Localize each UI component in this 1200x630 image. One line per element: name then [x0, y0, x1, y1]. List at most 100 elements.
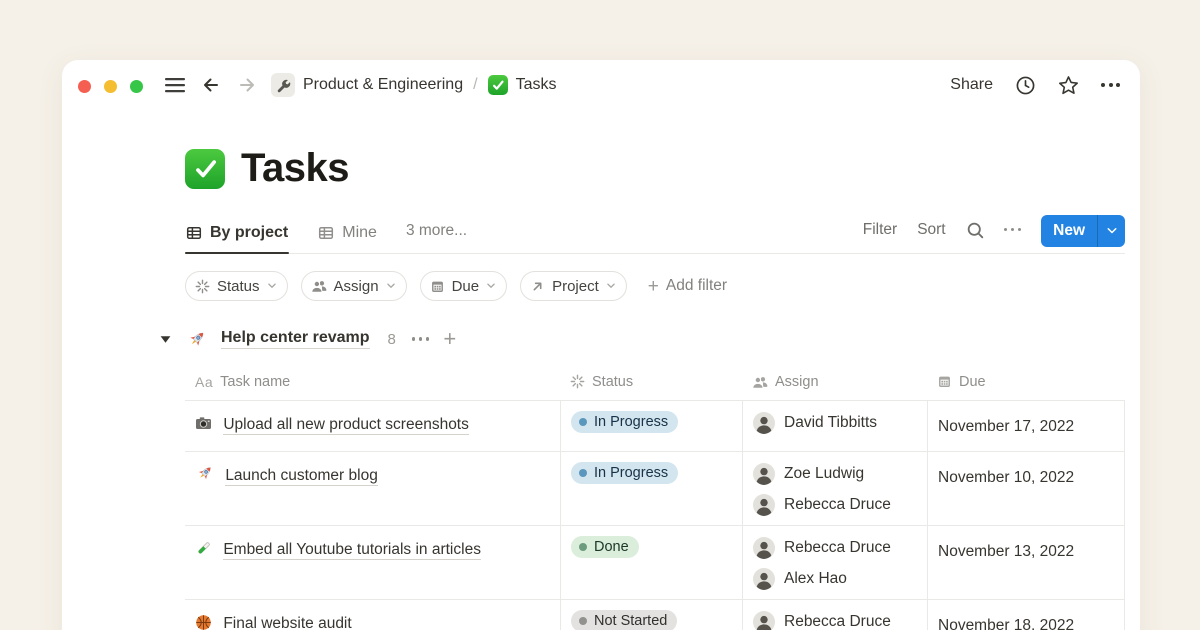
- table-row: Upload all new product screenshots In Pr…: [185, 401, 1125, 452]
- chevron-down-icon: [486, 281, 496, 291]
- task-name-cell[interactable]: Upload all new product screenshots: [185, 401, 560, 451]
- table-view-icon: [318, 225, 334, 241]
- assignee: Rebecca Druce: [753, 537, 917, 559]
- chevron-down-icon: [267, 281, 277, 291]
- basketball-icon: [195, 614, 212, 630]
- arrow-ne-icon: [530, 279, 545, 294]
- star-icon[interactable]: [1058, 75, 1079, 96]
- column-header-task-name[interactable]: Aa Task name: [185, 363, 560, 400]
- status-badge[interactable]: In Progress: [571, 462, 678, 484]
- task-name-cell[interactable]: Final website audit: [185, 600, 560, 630]
- task-name-cell[interactable]: Launch customer blog: [185, 452, 560, 525]
- hamburger-icon[interactable]: [165, 78, 185, 93]
- zoom-window-button[interactable]: [130, 80, 143, 93]
- column-header-assign[interactable]: Assign: [742, 363, 927, 400]
- add-filter-button[interactable]: + Add filter: [648, 277, 727, 296]
- new-button[interactable]: New: [1041, 215, 1125, 247]
- more-views-button[interactable]: 3 more...: [406, 222, 467, 253]
- view-bar: By project Mine 3 more... Filter Sort Ne…: [185, 215, 1125, 254]
- assign-cell[interactable]: Rebecca Druce: [742, 600, 927, 630]
- assignee: Alex Hao: [753, 568, 917, 590]
- column-header-status[interactable]: Status: [560, 363, 742, 400]
- tab-by-project[interactable]: By project: [185, 220, 289, 253]
- task-link[interactable]: Final website audit: [223, 615, 351, 630]
- due-cell[interactable]: November 18, 2022 → November 20, 2022: [927, 600, 1125, 630]
- due-cell[interactable]: November 17, 2022: [927, 401, 1125, 451]
- table-row: Final website audit Not Started Rebecca …: [185, 600, 1125, 630]
- calendar-icon: [937, 374, 952, 389]
- ellipsis-icon[interactable]: [1101, 83, 1120, 87]
- share-button[interactable]: Share: [950, 76, 993, 94]
- assign-cell[interactable]: Zoe Ludwig Rebecca Druce: [742, 452, 927, 525]
- status-badge[interactable]: Done: [571, 536, 639, 558]
- assignee: Rebecca Druce: [753, 611, 917, 630]
- test-tube-icon: [195, 540, 212, 557]
- page-icon-check[interactable]: [185, 149, 225, 189]
- tab-mine[interactable]: Mine: [317, 220, 378, 253]
- filter-chip-due[interactable]: Due: [420, 271, 508, 301]
- check-badge-icon[interactable]: [488, 75, 508, 95]
- filter-chip-project[interactable]: Project: [520, 271, 627, 301]
- group-title[interactable]: Help center revamp: [221, 329, 370, 349]
- column-header-due[interactable]: Due: [927, 363, 1125, 400]
- text-type-icon: Aa: [195, 374, 213, 390]
- task-link[interactable]: Embed all Youtube tutorials in articles: [223, 541, 481, 560]
- minimize-window-button[interactable]: [104, 80, 117, 93]
- assignee: David Tibbitts: [753, 412, 917, 434]
- task-link[interactable]: Upload all new product screenshots: [223, 416, 469, 435]
- calendar-icon: [430, 279, 445, 294]
- chevron-down-icon[interactable]: [1098, 215, 1125, 247]
- status-cell: In Progress: [560, 452, 742, 525]
- table-view-icon: [186, 225, 202, 241]
- wrench-icon[interactable]: [271, 73, 295, 97]
- clock-icon[interactable]: [1015, 75, 1036, 96]
- filter-button[interactable]: Filter: [863, 221, 897, 239]
- rocket-icon: [195, 464, 214, 483]
- due-cell[interactable]: November 10, 2022: [927, 452, 1125, 525]
- table-row: Launch customer blog In Progress Zoe Lud…: [185, 452, 1125, 526]
- avatar: [753, 568, 775, 590]
- view-options-ellipsis-icon[interactable]: [1004, 228, 1022, 232]
- status-badge[interactable]: In Progress: [571, 411, 678, 433]
- camera-icon: [195, 415, 212, 432]
- search-icon[interactable]: [966, 221, 984, 239]
- avatar: [753, 494, 775, 516]
- status-cell: Done: [560, 526, 742, 599]
- close-window-button[interactable]: [78, 80, 91, 93]
- breadcrumb-separator: /: [471, 76, 479, 94]
- assignee: Rebecca Druce: [753, 494, 917, 516]
- people-icon: [311, 278, 327, 294]
- group-count: 8: [388, 331, 396, 348]
- triangle-down-icon[interactable]: [159, 333, 172, 346]
- group-add-icon[interactable]: +: [443, 328, 456, 350]
- due-cell[interactable]: November 13, 2022: [927, 526, 1125, 599]
- sort-button[interactable]: Sort: [917, 221, 945, 239]
- forward-arrow-icon[interactable]: [237, 75, 257, 95]
- breadcrumb-current[interactable]: Tasks: [516, 76, 557, 94]
- filter-chip-status[interactable]: Status: [185, 271, 288, 301]
- task-name-cell[interactable]: Embed all Youtube tutorials in articles: [185, 526, 560, 599]
- status-spinner-icon: [195, 279, 210, 294]
- group-ellipsis-icon[interactable]: [412, 337, 430, 341]
- app-window: Product & Engineering / Tasks Share Task…: [62, 60, 1140, 630]
- avatar: [753, 463, 775, 485]
- rocket-icon: [186, 329, 207, 350]
- back-arrow-icon[interactable]: [201, 75, 221, 95]
- chevron-down-icon: [606, 281, 616, 291]
- page-title[interactable]: Tasks: [241, 146, 349, 191]
- breadcrumb-parent[interactable]: Product & Engineering: [303, 76, 463, 94]
- task-link[interactable]: Launch customer blog: [225, 467, 378, 486]
- tasks-table: Aa Task name Status Assign Due: [185, 363, 1125, 630]
- chevron-down-icon: [386, 281, 396, 291]
- filter-chip-assign[interactable]: Assign: [301, 271, 407, 301]
- window-controls: [78, 80, 143, 93]
- status-cell: Not Started: [560, 600, 742, 630]
- assign-cell[interactable]: David Tibbitts: [742, 401, 927, 451]
- avatar: [753, 537, 775, 559]
- assignee: Zoe Ludwig: [753, 463, 917, 485]
- assign-cell[interactable]: Rebecca Druce Alex Hao: [742, 526, 927, 599]
- group-header: Help center revamp 8 +: [159, 328, 1140, 350]
- status-spinner-icon: [570, 374, 585, 389]
- status-badge[interactable]: Not Started: [571, 610, 677, 630]
- filter-chips-row: Status Assign Due Project + Add filter: [185, 271, 1140, 301]
